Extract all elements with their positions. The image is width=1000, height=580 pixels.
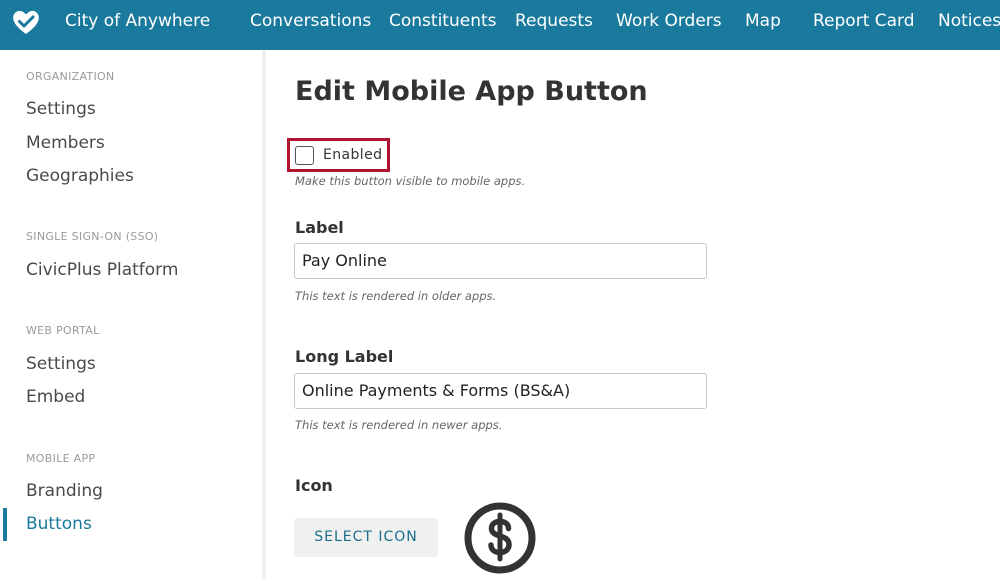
sidebar-item-portal-settings[interactable]: Settings [26, 354, 96, 374]
sidebar-heading-organization: ORGANIZATION [26, 70, 115, 83]
long-label-help-text: This text is rendered in newer apps. [295, 418, 503, 432]
sidebar-item-geographies[interactable]: Geographies [26, 166, 134, 186]
nav-notices[interactable]: Notices [938, 0, 1000, 43]
sidebar-item-members[interactable]: Members [26, 133, 105, 153]
select-icon-button[interactable]: SELECT ICON [294, 518, 438, 557]
nav-work-orders[interactable]: Work Orders [616, 0, 722, 43]
top-nav-bar: City of Anywhere Conversations Constitue… [0, 0, 1000, 50]
nav-requests[interactable]: Requests [515, 0, 593, 43]
sidebar: ORGANIZATION Settings Members Geographie… [0, 50, 266, 580]
sidebar-item-buttons[interactable]: Buttons [26, 514, 92, 534]
long-label-field-label: Long Label [295, 347, 394, 366]
long-label-input[interactable]: Online Payments & Forms (BS&A) [294, 373, 707, 409]
sidebar-item-embed[interactable]: Embed [26, 387, 85, 407]
enabled-label[interactable]: Enabled [323, 147, 382, 163]
label-help-text: This text is rendered in older apps. [295, 289, 497, 303]
label-field-label: Label [295, 218, 344, 237]
sidebar-heading-web-portal: WEB PORTAL [26, 324, 100, 337]
nav-conversations[interactable]: Conversations [250, 0, 371, 43]
sidebar-item-civicplus-platform[interactable]: CivicPlus Platform [26, 260, 178, 280]
dollar-circle-icon [464, 502, 536, 574]
label-input[interactable]: Pay Online [294, 243, 707, 279]
icon-field-label: Icon [295, 476, 333, 495]
sidebar-heading-sso: SINGLE SIGN-ON (SSO) [26, 230, 159, 243]
heart-check-icon[interactable] [11, 7, 41, 37]
nav-map[interactable]: Map [745, 0, 781, 43]
nav-report-card[interactable]: Report Card [813, 0, 915, 43]
active-indicator [3, 508, 7, 541]
enabled-checkbox[interactable] [295, 146, 314, 165]
sidebar-item-org-settings[interactable]: Settings [26, 99, 96, 119]
nav-constituents[interactable]: Constituents [389, 0, 497, 43]
sidebar-heading-mobile-app: MOBILE APP [26, 452, 96, 465]
page-title: Edit Mobile App Button [295, 76, 648, 107]
enabled-help-text: Make this button visible to mobile apps. [295, 174, 526, 188]
app-title[interactable]: City of Anywhere [65, 0, 210, 43]
sidebar-item-branding[interactable]: Branding [26, 481, 103, 501]
